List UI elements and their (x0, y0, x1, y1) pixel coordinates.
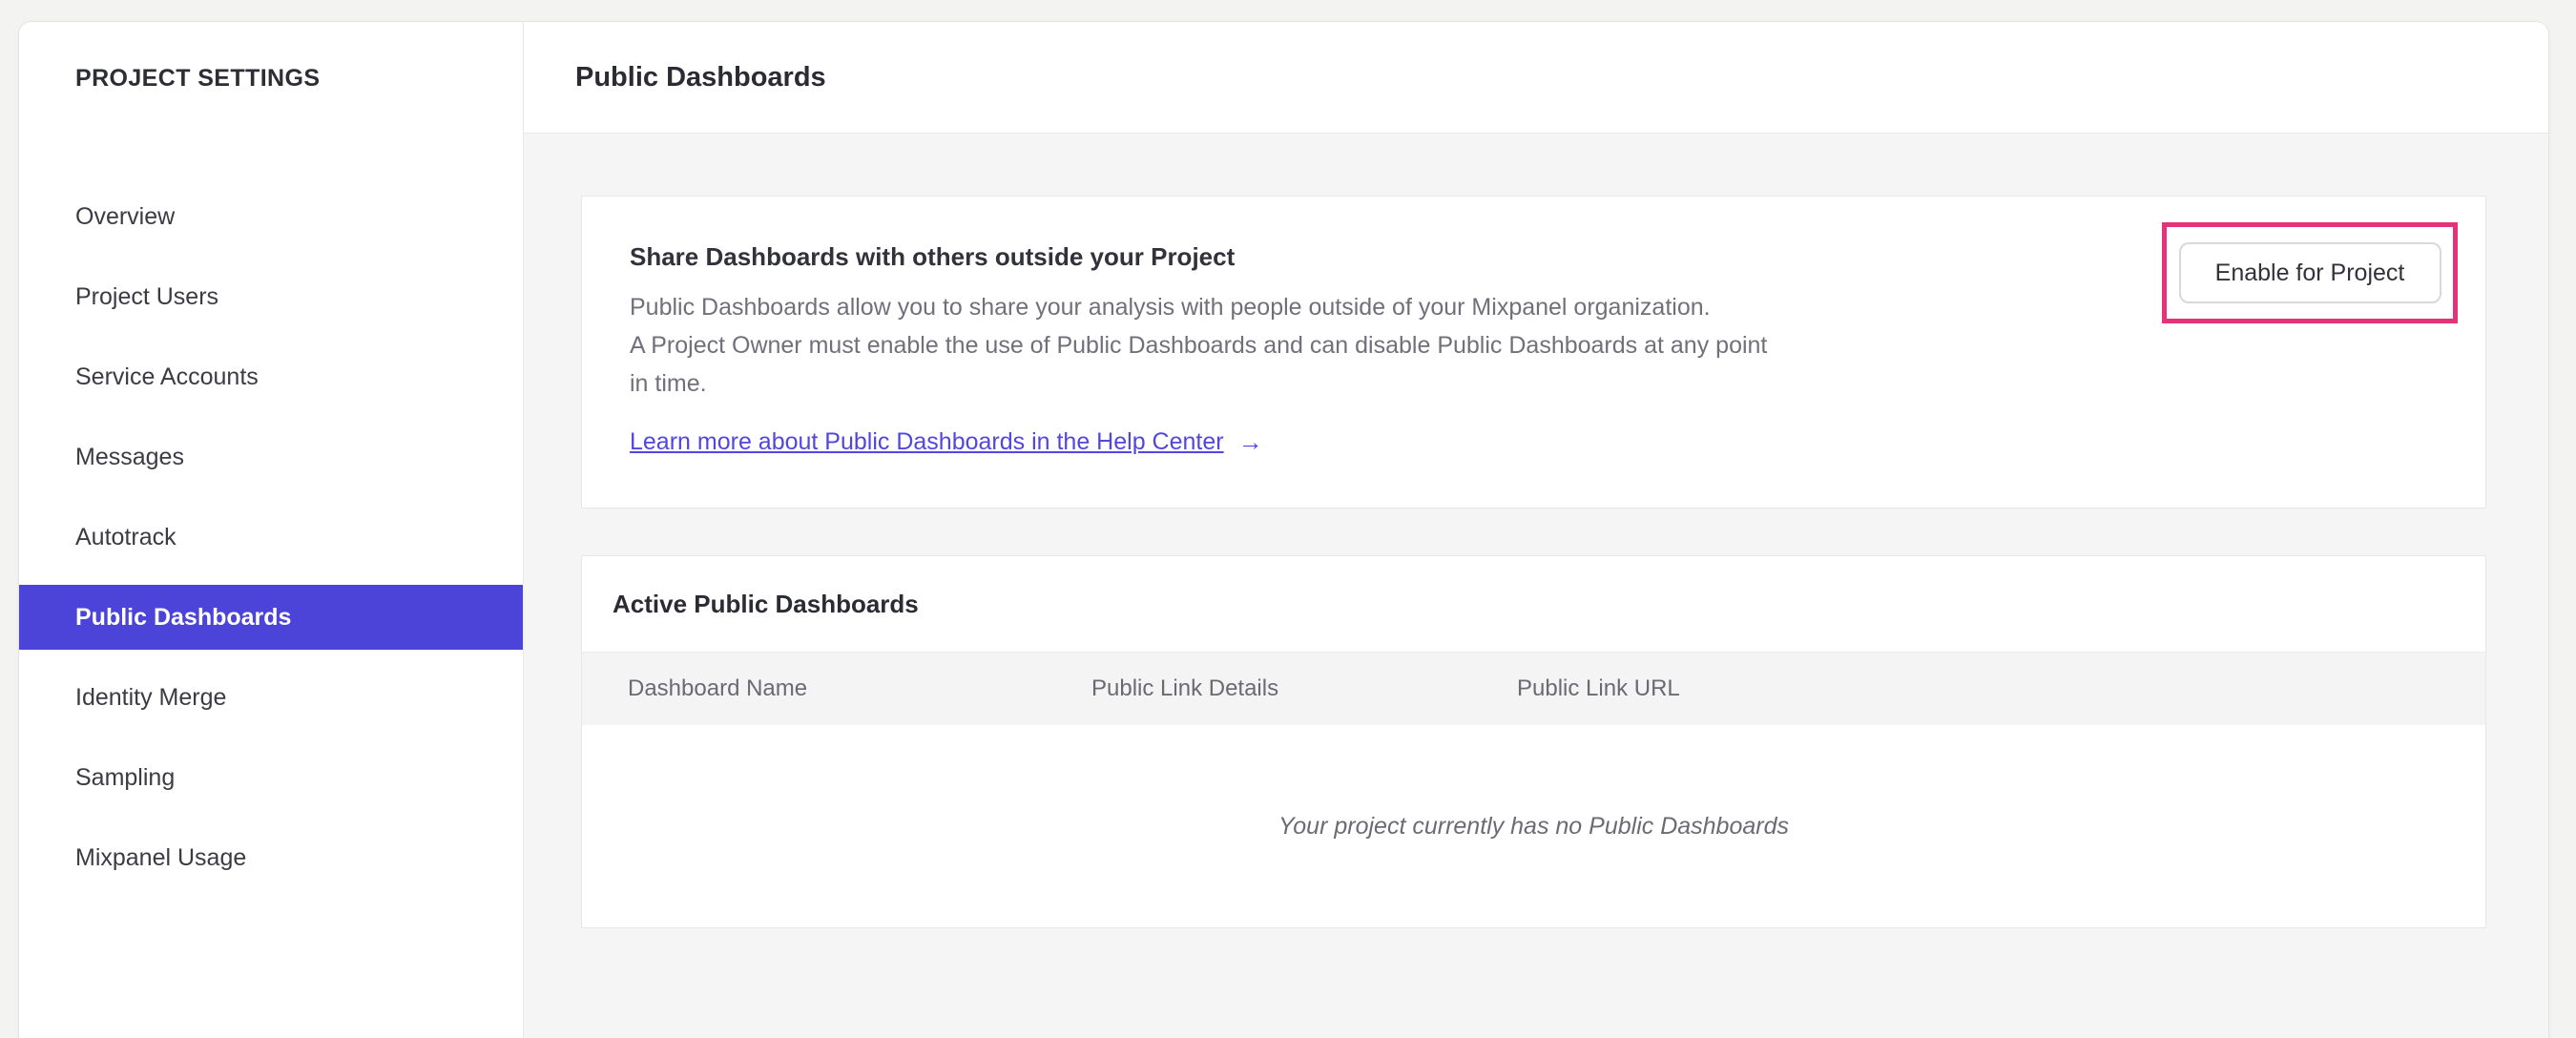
sidebar-title: PROJECT SETTINGS (75, 65, 321, 92)
sidebar-item-service-accounts[interactable]: Service Accounts (19, 337, 523, 417)
settings-window: PROJECT SETTINGS Overview Project Users … (18, 21, 2549, 1038)
sidebar-item-mixpanel-usage[interactable]: Mixpanel Usage (19, 818, 523, 898)
sidebar-item-project-users[interactable]: Project Users (19, 257, 523, 337)
page-header: Public Dashboards (524, 22, 2548, 134)
description-line-3: in time. (630, 370, 707, 397)
active-card-heading: Active Public Dashboards (613, 589, 919, 618)
project-settings-sidebar: PROJECT SETTINGS Overview Project Users … (19, 22, 524, 1038)
sidebar-item-identity-merge[interactable]: Identity Merge (19, 657, 523, 737)
description-line-2: A Project Owner must enable the use of P… (630, 332, 1768, 359)
arrow-right-icon: → (1237, 427, 1263, 456)
active-dashboards-card: Active Public Dashboards Dashboard Name … (581, 555, 2486, 928)
help-center-link-row: Learn more about Public Dashboards in th… (630, 427, 2485, 457)
dashboards-table-header: Dashboard Name Public Link Details Publi… (582, 652, 2485, 725)
help-center-link[interactable]: Learn more about Public Dashboards in th… (630, 428, 1224, 456)
sidebar-nav: Overview Project Users Service Accounts … (19, 176, 523, 898)
column-public-link-details: Public Link Details (1091, 675, 1279, 701)
sidebar-item-sampling[interactable]: Sampling (19, 737, 523, 818)
share-dashboards-card: Share Dashboards with others outside you… (581, 196, 2486, 509)
page-title: Public Dashboards (575, 61, 826, 93)
enable-button-highlight-box: Enable for Project (2162, 222, 2458, 323)
empty-state-message: Your project currently has no Public Das… (1278, 812, 1789, 840)
sidebar-item-overview[interactable]: Overview (19, 176, 523, 257)
enable-for-project-button[interactable]: Enable for Project (2178, 242, 2441, 303)
page-body: Share Dashboards with others outside you… (524, 134, 2548, 928)
column-public-link-url: Public Link URL (1517, 675, 1680, 701)
main-content: Public Dashboards Share Dashboards with … (524, 22, 2548, 1038)
sidebar-item-public-dashboards[interactable]: Public Dashboards (19, 585, 523, 650)
column-dashboard-name: Dashboard Name (628, 675, 808, 701)
sidebar-item-autotrack[interactable]: Autotrack (19, 497, 523, 577)
sidebar-item-messages[interactable]: Messages (19, 417, 523, 497)
